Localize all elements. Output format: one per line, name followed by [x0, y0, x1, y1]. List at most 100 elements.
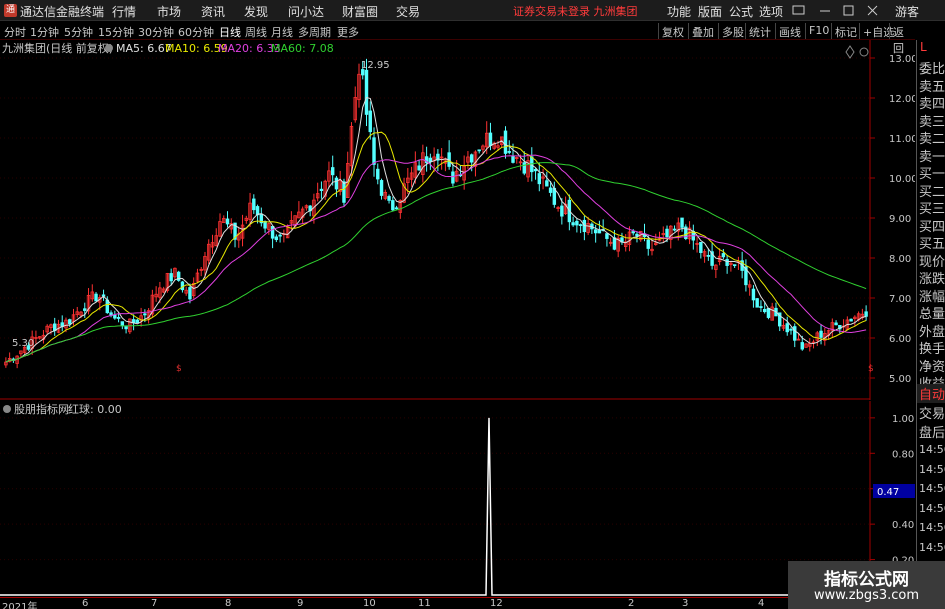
- tab-more[interactable]: 更多: [337, 24, 359, 40]
- button-diejia[interactable]: 叠加: [688, 23, 717, 39]
- candle-body: [646, 239, 650, 249]
- tab-60min[interactable]: 60分钟: [178, 24, 214, 40]
- tab-1min[interactable]: 1分钟: [30, 24, 59, 40]
- candle-body: [819, 330, 823, 338]
- title-bar: 通 通达信金融终端 行情 市场 资讯 发现 问小达 财富圈 交易 证券交易未登录…: [0, 0, 945, 21]
- candle-body: [394, 207, 399, 210]
- tab-daily[interactable]: 日线: [219, 24, 241, 40]
- tab-15min[interactable]: 15分钟: [98, 24, 134, 40]
- tab-multi-period[interactable]: 多周期: [298, 24, 331, 40]
- close-icon[interactable]: [866, 4, 880, 17]
- trade-time: 14:56: [919, 540, 945, 554]
- candle-body: [113, 314, 117, 319]
- candle-body: [545, 180, 549, 187]
- trade-time: 14:56: [919, 501, 945, 515]
- button-back[interactable]: 返回: [889, 23, 915, 55]
- indicator-chart[interactable]: 1.000.800.600.400.20 股朋指标网 红球: 0.00 0.47: [0, 401, 915, 597]
- y-tick-label: 0.80: [892, 449, 914, 460]
- y-tick-label: 8.00: [889, 254, 911, 265]
- minimize-icon[interactable]: [818, 4, 832, 17]
- candle-body: [571, 222, 575, 226]
- menu-caifuquan[interactable]: 财富圈: [342, 3, 378, 20]
- candle-body: [612, 237, 617, 250]
- candle-body: [593, 229, 598, 234]
- button-huaxian[interactable]: 画线: [775, 23, 804, 39]
- candle-body: [537, 173, 542, 185]
- login-warning: 证券交易未登录 九洲集团: [513, 5, 638, 18]
- tab-5min[interactable]: 5分钟: [64, 24, 93, 40]
- candle-body: [488, 132, 493, 147]
- kline-chart[interactable]: 13.00 12.00 11.00 10.00 9.00 8.00 7.00 6.00 5.00…: [0, 40, 915, 400]
- time-label: 6: [82, 598, 89, 609]
- auto-toggle[interactable]: 自动: [917, 384, 945, 403]
- candle-body: [751, 288, 756, 301]
- button-duogu[interactable]: 多股: [718, 23, 747, 39]
- menu-hangqing[interactable]: 行情: [112, 3, 136, 20]
- marker-icon: $: [176, 364, 182, 374]
- quote-field-label: 委比: [919, 62, 945, 77]
- tab-30min[interactable]: 30分钟: [138, 24, 174, 40]
- button-biaoji[interactable]: 标记: [831, 23, 860, 39]
- menu-gongneng[interactable]: 功能: [667, 3, 691, 20]
- menu-gongshi[interactable]: 公式: [729, 3, 753, 20]
- y-tick-label: 13.00: [889, 54, 915, 65]
- watermark-banner: 指标公式网 www.zbgs3.com: [788, 561, 945, 609]
- candle-body: [785, 323, 789, 333]
- candle-body: [793, 326, 797, 341]
- quote-field-label: 现价: [919, 254, 945, 270]
- quote-field-label: 换手: [919, 342, 945, 357]
- button-tongji[interactable]: 统计: [745, 23, 774, 39]
- candle-body: [507, 151, 511, 153]
- candle-body: [864, 311, 868, 317]
- candle-body: [635, 233, 639, 237]
- quote-field-label: 卖三: [919, 114, 945, 130]
- y-tick-label: 9.00: [889, 214, 911, 225]
- zoom-controls[interactable]: [845, 45, 869, 59]
- y-tick-label: 12.00: [889, 94, 915, 105]
- candle-body: [68, 319, 72, 325]
- candle-body: [477, 149, 481, 152]
- message-icon[interactable]: [792, 4, 806, 17]
- quote-field-label: 买五: [919, 237, 945, 252]
- trade-label[interactable]: 交易: [919, 403, 945, 422]
- candle-body: [330, 167, 335, 176]
- settings-icon[interactable]: [105, 44, 113, 52]
- button-fuquan[interactable]: 复权: [658, 23, 687, 39]
- candle-body: [180, 281, 185, 291]
- quote-field-label: 卖五: [919, 79, 945, 95]
- menu-faxian[interactable]: 发现: [244, 3, 268, 20]
- menu-xuanxiang[interactable]: 选项: [759, 3, 783, 20]
- quote-field-label: 买一: [919, 167, 945, 182]
- marker-icon: $: [868, 364, 874, 374]
- quote-field-label: 买三: [919, 202, 945, 217]
- button-f10[interactable]: F10: [805, 23, 832, 39]
- candle-body: [597, 230, 602, 234]
- user-label[interactable]: 游客: [895, 3, 919, 20]
- menu-wenxiaoda[interactable]: 问小达: [288, 3, 324, 20]
- tab-monthly[interactable]: 月线: [271, 24, 293, 40]
- settings-icon[interactable]: [3, 405, 11, 413]
- y-tick-label: 11.00: [889, 134, 915, 145]
- candle-body: [83, 308, 87, 311]
- after-hours-label[interactable]: 盘后: [919, 422, 945, 441]
- menu-banmian[interactable]: 版面: [698, 3, 722, 20]
- candle-body: [575, 220, 579, 226]
- tab-fenshi[interactable]: 分时: [4, 24, 26, 40]
- menu-shichang[interactable]: 市场: [157, 3, 181, 20]
- tab-weekly[interactable]: 周线: [245, 24, 267, 40]
- candle-body: [263, 221, 267, 229]
- time-label: 2: [628, 598, 635, 609]
- candle-body: [387, 196, 391, 201]
- menu-jiaoyi[interactable]: 交易: [396, 3, 420, 20]
- trade-time: 14:56: [919, 462, 945, 476]
- time-label: 2021年: [2, 602, 38, 609]
- candle-body: [105, 299, 110, 314]
- candle-body: [451, 171, 455, 184]
- candle-body: [665, 228, 669, 238]
- candle-body: [721, 253, 726, 258]
- candle-body: [762, 308, 767, 313]
- restore-icon[interactable]: [842, 4, 856, 17]
- candle-body: [605, 233, 609, 239]
- candle-body: [278, 234, 282, 237]
- menu-zixun[interactable]: 资讯: [201, 3, 225, 20]
